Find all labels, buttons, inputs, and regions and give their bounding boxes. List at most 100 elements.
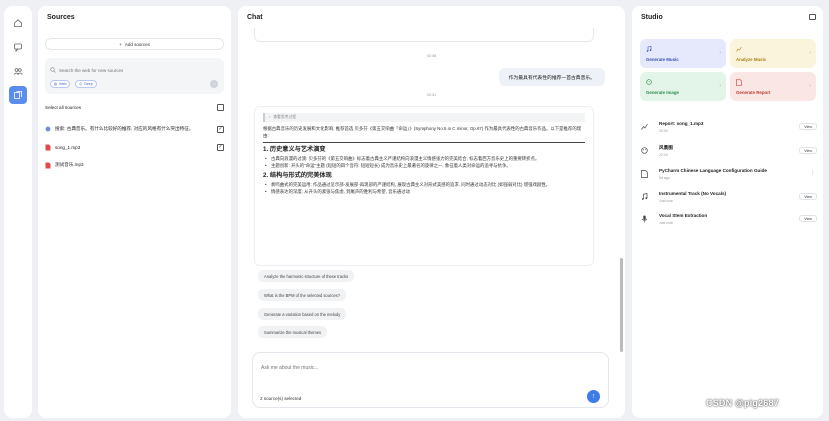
deep-chip-label: Deep [84, 82, 93, 86]
web-search-input[interactable] [59, 66, 209, 74]
globe-icon: ◍ [54, 82, 58, 86]
source-name: song_1.mp3 [55, 144, 81, 150]
send-button[interactable]: ↑ [587, 390, 600, 403]
thinking-toggle[interactable]: › 查看思考过程 [263, 113, 585, 122]
chevron-right-icon: › [269, 115, 271, 119]
answer-bullet: 情感表达的深度: 从开头的紧张与焦虑, 到尾声的胜利与希望, 音乐通过动 [263, 188, 585, 195]
send-arrow-icon: ↑ [591, 393, 596, 400]
output-time: 5d ago [659, 176, 670, 180]
chat-title: Chat [247, 14, 263, 21]
select-all-checkbox[interactable] [217, 103, 224, 111]
studio-title: Studio [641, 14, 663, 21]
chevron-right-icon: › [809, 83, 811, 89]
tile-label: Generate Report [736, 90, 771, 95]
web-search-box: ◍ Web ◎ Deep → [45, 58, 224, 94]
message-timestamp: 02:08 [426, 54, 437, 58]
web-chip[interactable]: ◍ Web [50, 80, 71, 88]
deep-chip[interactable]: ◎ Deep [75, 80, 97, 88]
output-title: PyCharm Chinese Language Configuration G… [659, 168, 767, 173]
music-note-icon [641, 193, 648, 200]
suggestion-chip[interactable]: Summarize the musical themes [258, 326, 328, 338]
palette-icon [646, 79, 652, 85]
source-name: 搜索: 古典音乐。有什么比较好的推荐, 对应的风格有什么突出特征。 [55, 126, 194, 131]
studio-panel: Studio Generate Music › Analyze Music › … [632, 6, 823, 418]
view-button[interactable]: View [799, 123, 817, 130]
palette-icon [641, 147, 648, 154]
suggestion-chip[interactable]: Generate a variation based on the melody [258, 308, 347, 320]
output-title: 风景图 [659, 145, 673, 150]
chevron-right-icon: › [809, 50, 811, 56]
output-time: 02:04 [659, 129, 668, 133]
studio-output-item[interactable]: PyCharm Chinese Language Configuration G… [641, 167, 817, 185]
select-all-row[interactable]: Select all sources [45, 102, 224, 112]
answer-heading: 1. 历史意义与艺术演变 [263, 146, 326, 153]
suggestion-chip[interactable]: What is the BPM of the selected sources? [258, 289, 346, 301]
generate-image-tile[interactable]: Generate Image › [640, 72, 726, 101]
music-note-icon [646, 46, 652, 52]
selected-sources-count: 2 source(s) selected [260, 396, 302, 401]
user-message: 作为最具有代表性的推荐一首古典音乐。 [498, 68, 605, 86]
more-options-icon[interactable]: ⋮ [810, 170, 815, 176]
output-title: Report: song_1.mp3 [659, 121, 704, 126]
studio-output-item[interactable]: Instrumental Track (No Vocals) Just now … [641, 190, 817, 208]
microphone-icon [641, 215, 648, 223]
collapse-panel-icon[interactable] [809, 14, 816, 20]
source-checkbox[interactable]: ✓ [217, 143, 224, 151]
source-checkbox[interactable]: ✓ [217, 125, 224, 133]
source-item[interactable]: 测试音乐.mp3 [45, 160, 224, 170]
chart-icon [641, 123, 648, 130]
source-item[interactable]: song_1.mp3 ✓ [45, 142, 224, 152]
app-window: Sources + Add sources ◍ Web ◎ Deep → Sel… [0, 0, 829, 421]
tile-label: Generate Image [646, 90, 679, 95]
view-button[interactable]: View [799, 147, 817, 154]
search-submit-button[interactable]: → [210, 80, 218, 88]
sources-icon[interactable] [9, 86, 27, 104]
sources-panel: Sources + Add sources ◍ Web ◎ Deep → Sel… [38, 6, 231, 418]
source-name: 测试音乐.mp3 [55, 162, 84, 167]
chart-icon [736, 46, 742, 52]
previous-message-card [254, 28, 594, 42]
tile-label: Analyze Music [736, 57, 767, 62]
sources-title: Sources [47, 14, 75, 21]
answer-bullet: 主题创新: 开头的"命运"主题 (短短的四个音符: 短短短长) 成为音乐史上最著… [263, 162, 585, 169]
globe-icon [45, 126, 51, 132]
generate-report-tile[interactable]: Generate Report › [730, 72, 816, 101]
source-item[interactable]: 搜索: 古典音乐。有什么比较好的推荐, 对应的风格有什么突出特征。 ✓ [45, 124, 224, 134]
add-sources-button[interactable]: + Add sources [45, 38, 224, 50]
generate-music-tile[interactable]: Generate Music › [640, 39, 726, 68]
studio-output-item[interactable]: 风景图 22:10 View [641, 144, 817, 162]
chevron-right-icon: › [719, 50, 721, 56]
divider [263, 142, 585, 143]
document-icon [641, 170, 648, 178]
assistant-answer: › 查看思考过程 根据古典音乐的历史发展和文化影响, 推荐首选 贝多芬《第五交响… [254, 106, 594, 266]
chevron-right-icon: › [719, 83, 721, 89]
message-timestamp: 02:31 [426, 93, 437, 97]
studio-output-item[interactable]: Report: song_1.mp3 02:04 View [641, 120, 817, 138]
users-icon[interactable] [9, 62, 27, 80]
home-icon[interactable] [9, 14, 27, 32]
answer-heading: 2. 结构与形式的完美体现 [263, 172, 332, 179]
chat-input[interactable] [261, 365, 561, 377]
output-time: Just now [659, 199, 673, 203]
chat-scrollbar[interactable] [620, 258, 623, 352]
file-audio-icon [45, 144, 51, 150]
output-title: Instrumental Track (No Vocals) [659, 191, 727, 196]
answer-bullet: 古典向浪漫的过渡: 贝多芬的《第五交响曲》标志着古典主义严谨结构向浪漫主义情感张… [263, 155, 585, 162]
output-time: Just now [659, 221, 673, 225]
analyze-music-tile[interactable]: Analyze Music › [730, 39, 816, 68]
answer-bullet: 奏鸣曲式的完美运用: 作品通过呈示部-发展部-再现部的严谨结构, 展现古典主义对… [263, 181, 585, 188]
sparkle-icon: ◎ [79, 82, 83, 86]
studio-output-item[interactable]: Vocal Stem Extraction Just now View [641, 212, 817, 230]
watermark: CSDN @pig2687 [706, 398, 779, 408]
view-button[interactable]: View [799, 193, 817, 200]
add-sources-label: Add sources [124, 41, 150, 47]
chat-icon[interactable] [9, 38, 27, 56]
search-icon [50, 67, 56, 73]
file-audio-icon [45, 162, 51, 168]
nav-rail [4, 6, 32, 418]
output-title: Vocal Stem Extraction [659, 213, 708, 218]
chat-panel: Chat 02:08 作为最具有代表性的推荐一首古典音乐。 02:31 › 查看… [238, 6, 625, 418]
chat-composer: 2 source(s) selected ↑ [252, 352, 609, 408]
suggestion-chip[interactable]: Analyze the harmonic structure of these … [258, 270, 355, 282]
view-button[interactable]: View [799, 215, 817, 222]
